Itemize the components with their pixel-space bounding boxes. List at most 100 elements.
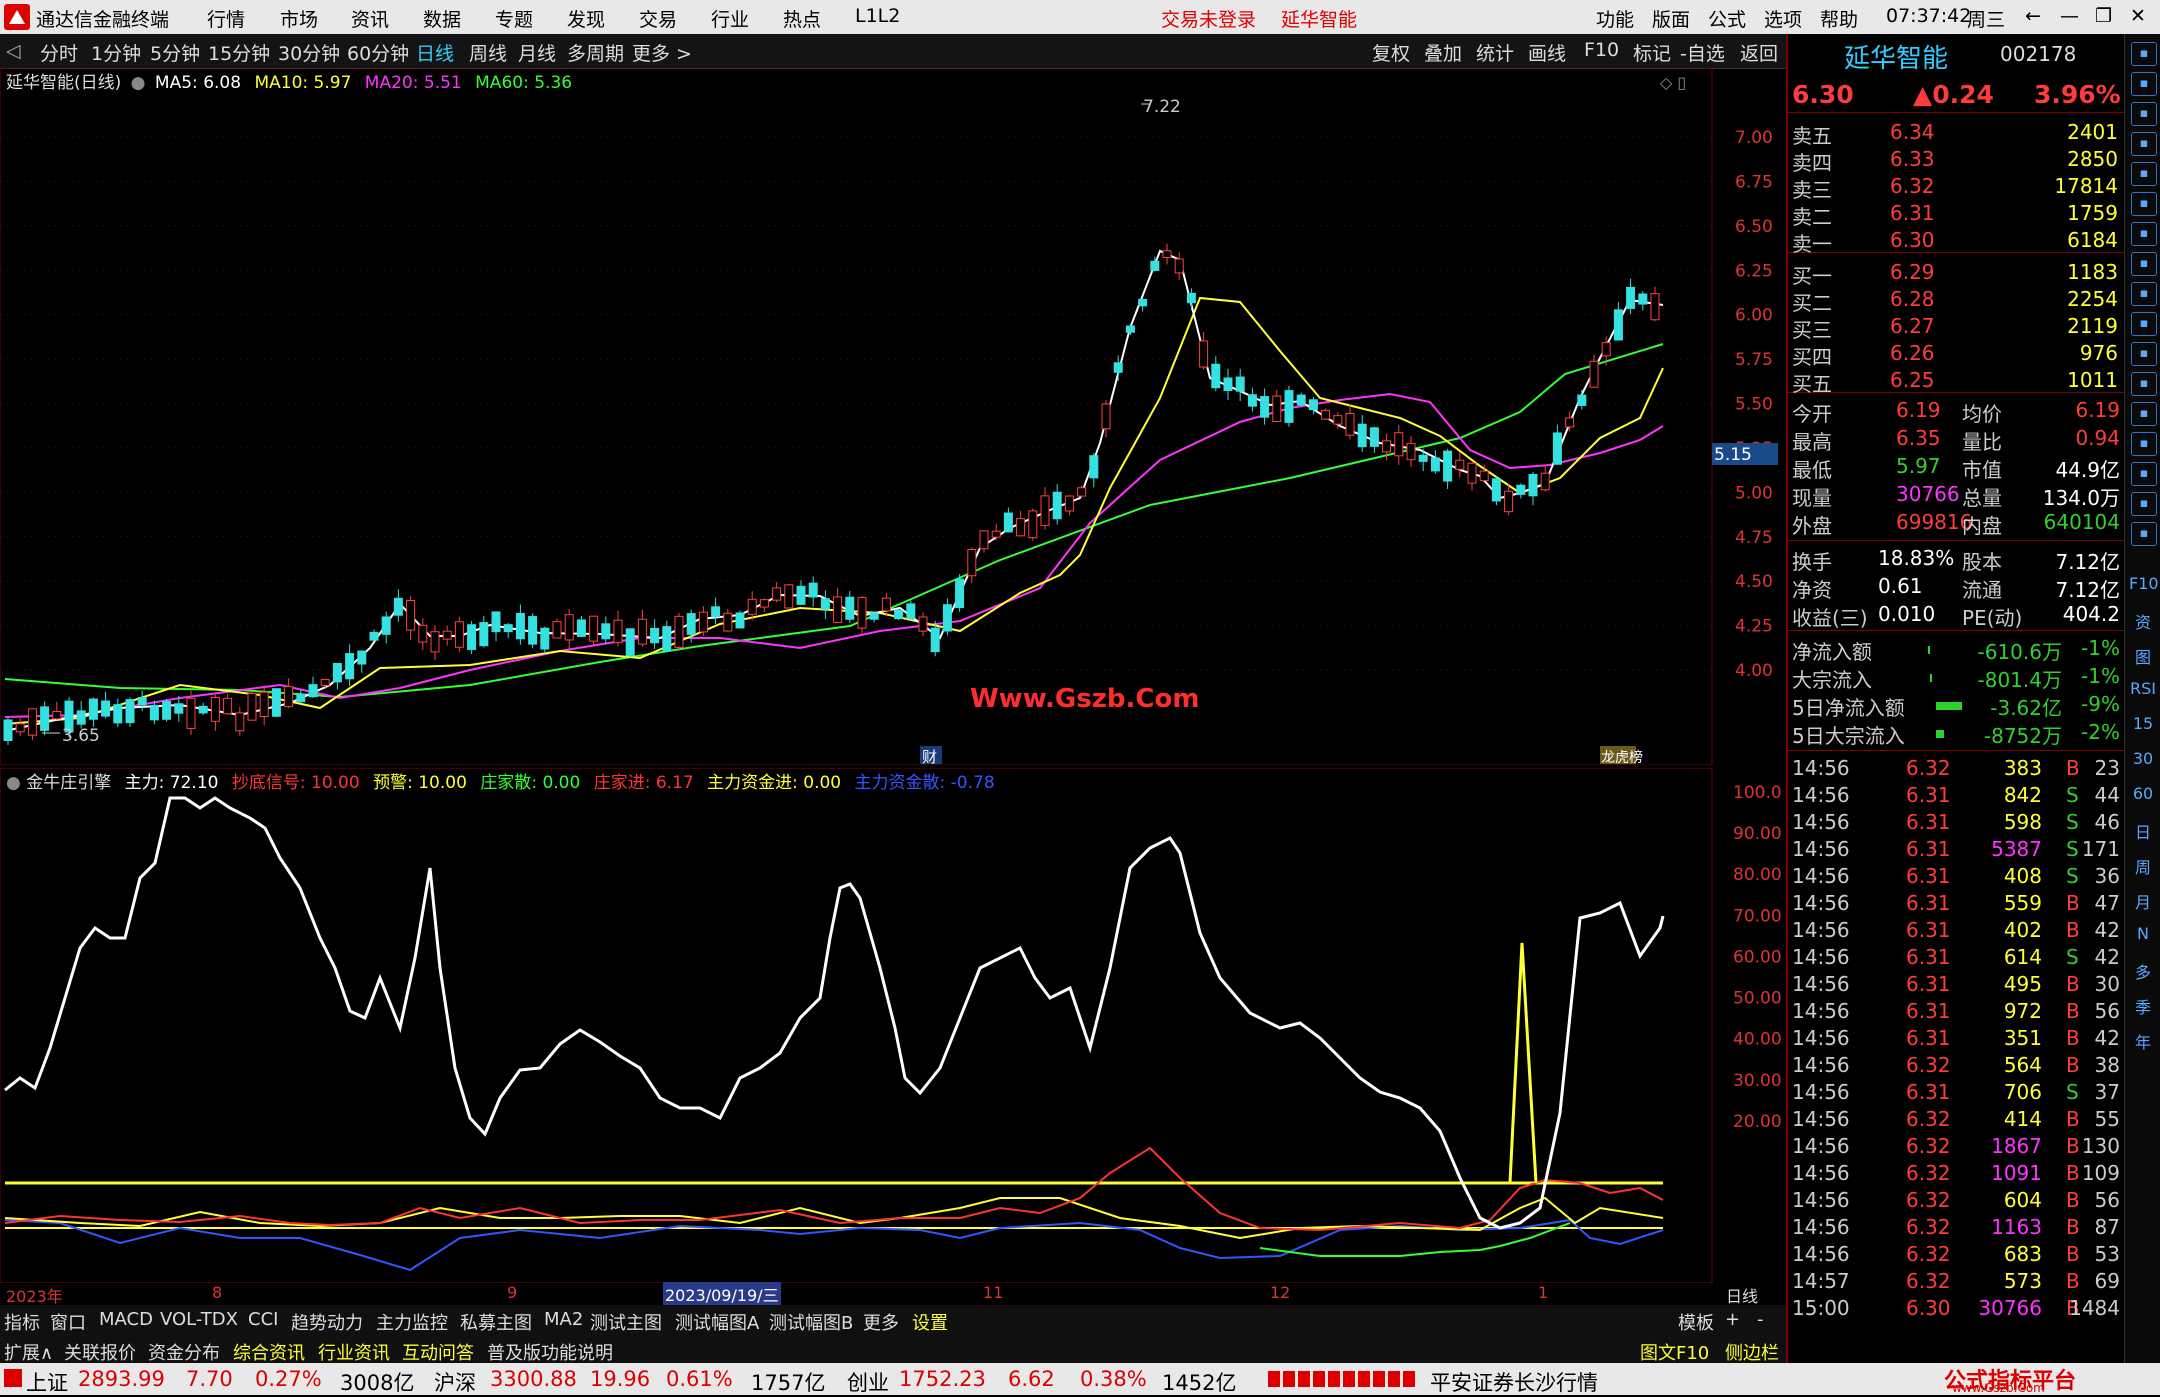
chart2-icon[interactable]: ▪ [2131,372,2157,396]
tab-industry-news[interactable]: 行业资讯 [318,1339,390,1365]
period-shortcut[interactable]: 月 [2129,889,2157,913]
tab-30min[interactable]: 30分钟 [278,39,340,66]
index-cy-name[interactable]: 创业 [847,1367,889,1397]
period-shortcut[interactable]: 多 [2129,959,2157,983]
tab-monthly[interactable]: 月线 [518,39,556,66]
tab-1min[interactable]: 1分钟 [91,39,141,66]
tab-test-sub-b[interactable]: 测试幅图B [769,1309,853,1335]
restore-icon[interactable]: ❐ [2095,5,2112,27]
tab-edition-info[interactable]: 普及版功能说明 [487,1339,613,1365]
pen-icon[interactable]: ▪ [2131,492,2157,516]
tool-back[interactable]: 返回 [1740,39,1778,66]
tab-indicator[interactable]: 指标 [4,1309,40,1335]
menu-item-help[interactable]: 帮助 [1820,5,1858,32]
tab-vol-tdx[interactable]: VOL-TDX [160,1309,238,1330]
bars-icon[interactable]: ▪ [2131,192,2157,216]
tab-weekly[interactable]: 周线 [469,39,507,66]
grid-icon[interactable]: ▪ [2131,132,2157,156]
template-button[interactable]: 模板 [1678,1309,1714,1335]
menu-item-data[interactable]: 数据 [423,5,461,32]
move-icon[interactable]: ▪ [2131,462,2157,486]
menu-item-layout[interactable]: 版面 [1652,5,1690,32]
tab-private-fund[interactable]: 私募主图 [460,1309,532,1335]
tab-macd[interactable]: MACD [99,1309,153,1330]
period-shortcut[interactable]: 季 [2129,994,2157,1018]
tool-f10[interactable]: F10 [1584,39,1619,61]
tab-5min[interactable]: 5分钟 [150,39,200,66]
period-shortcut[interactable]: 周 [2129,854,2157,878]
tab-more[interactable]: 更多 > [632,39,692,66]
collapse-icon[interactable]: ◁ [6,40,21,62]
tab-window[interactable]: 窗口 [50,1309,86,1335]
indicator-chart[interactable]: 100.0 90.00 80.00 70.00 60.00 50.00 40.00 30.00… [0,768,1786,1283]
menu-item-formula[interactable]: 公式 [1708,5,1746,32]
tool-draw[interactable]: 画线 [1528,39,1566,66]
menu-item-options[interactable]: 选项 [1764,5,1802,32]
period-shortcut[interactable]: RSI [2129,679,2157,698]
tab-related-quotes[interactable]: 关联报价 [64,1339,136,1365]
fund-icon[interactable]: ▪ [2131,342,2157,366]
menu-item-discover[interactable]: 发现 [567,5,605,32]
chart-options-icon[interactable]: ◇ ▯ [1660,73,1686,92]
tab-test-sub-a[interactable]: 测试幅图A [675,1309,759,1335]
tab-more-indicators[interactable]: 更多 [863,1309,899,1335]
menu-item-hot[interactable]: 热点 [783,5,821,32]
tab-15min[interactable]: 15分钟 [208,39,270,66]
tab-main-monitor[interactable]: 主力监控 [376,1309,448,1335]
calc-icon[interactable]: ▪ [2131,102,2157,126]
menu-item-topics[interactable]: 专题 [495,5,533,32]
chart-icon[interactable]: ▪ [2131,162,2157,186]
tab-cci[interactable]: CCI [248,1309,278,1330]
menu-item-l1l2[interactable]: L1L2 [855,5,900,27]
menu-item-quotes[interactable]: 行情 [207,5,245,32]
tab-settings[interactable]: 设置 [912,1309,948,1335]
period-shortcut[interactable]: 日 [2129,819,2157,843]
menu-item-market[interactable]: 市场 [280,5,318,32]
compass-icon[interactable]: ▪ [2131,222,2157,246]
zoom-in-button[interactable]: + [1725,1309,1740,1330]
zoom-out-button[interactable]: - [1757,1309,1764,1330]
tab-daily[interactable]: 日线 [416,39,454,66]
tab-capital-distribution[interactable]: 资金分布 [148,1339,220,1365]
rsi-icon[interactable]: ▪ [2131,432,2157,456]
trade-login-status[interactable]: 交易未登录 [1161,5,1256,32]
tool-stats[interactable]: 统计 [1476,39,1514,66]
tool-overlay[interactable]: 叠加 [1424,39,1462,66]
index-sh-name[interactable]: 上证 [26,1367,68,1397]
tab-ma2[interactable]: MA2 [544,1309,583,1330]
tab-multi-period[interactable]: 多周期 [567,39,624,66]
menu-item-news[interactable]: 资讯 [351,5,389,32]
tool-mark[interactable]: 标记 [1633,39,1671,66]
menu-item-function[interactable]: 功能 [1596,5,1634,32]
tab-composite-news[interactable]: 综合资讯 [233,1339,305,1365]
f5-icon[interactable]: ▪ [2131,522,2157,546]
period-shortcut[interactable]: 60 [2129,784,2157,803]
menu-item-trade[interactable]: 交易 [639,5,677,32]
down-arrow-icon[interactable]: ▪ [2131,72,2157,96]
stock-icon[interactable]: ▪ [2131,402,2157,426]
notes-icon[interactable]: ▪ [2131,282,2157,306]
expand-icon[interactable]: ▪ [2131,312,2157,336]
f10-icon[interactable]: ▪ [2131,252,2157,276]
tab-qa[interactable]: 互动问答 [402,1339,474,1365]
tab-60min[interactable]: 60分钟 [347,39,409,66]
tab-f10-graphic[interactable]: 图文F10 [1640,1339,1709,1365]
tab-trend-power[interactable]: 趋势动力 [291,1309,363,1335]
period-shortcut[interactable]: 图 [2129,644,2157,668]
back-icon[interactable]: ← [2025,5,2041,27]
up-arrow-icon[interactable]: ▪ [2131,42,2157,66]
tab-timeshare[interactable]: 分时 [40,39,78,66]
minimize-icon[interactable]: — [2060,5,2079,27]
tab-test-main[interactable]: 测试主图 [590,1309,662,1335]
tool-watchlist[interactable]: -自选 [1680,39,1725,66]
close-icon[interactable]: ✕ [2130,5,2146,27]
period-shortcut[interactable]: 资 [2129,609,2157,633]
tab-expand[interactable]: 扩展∧ [4,1339,53,1365]
tool-adjust[interactable]: 复权 [1372,39,1410,66]
menu-item-industry[interactable]: 行业 [711,5,749,32]
period-shortcut[interactable]: F10 [2129,574,2159,593]
period-shortcut[interactable]: 30 [2129,749,2157,768]
period-shortcut[interactable]: N [2129,924,2157,943]
kline-chart[interactable]: 7.006.756.506.256.005.755.505.255.004.75… [0,68,1786,765]
index-hs-name[interactable]: 沪深 [434,1367,476,1397]
